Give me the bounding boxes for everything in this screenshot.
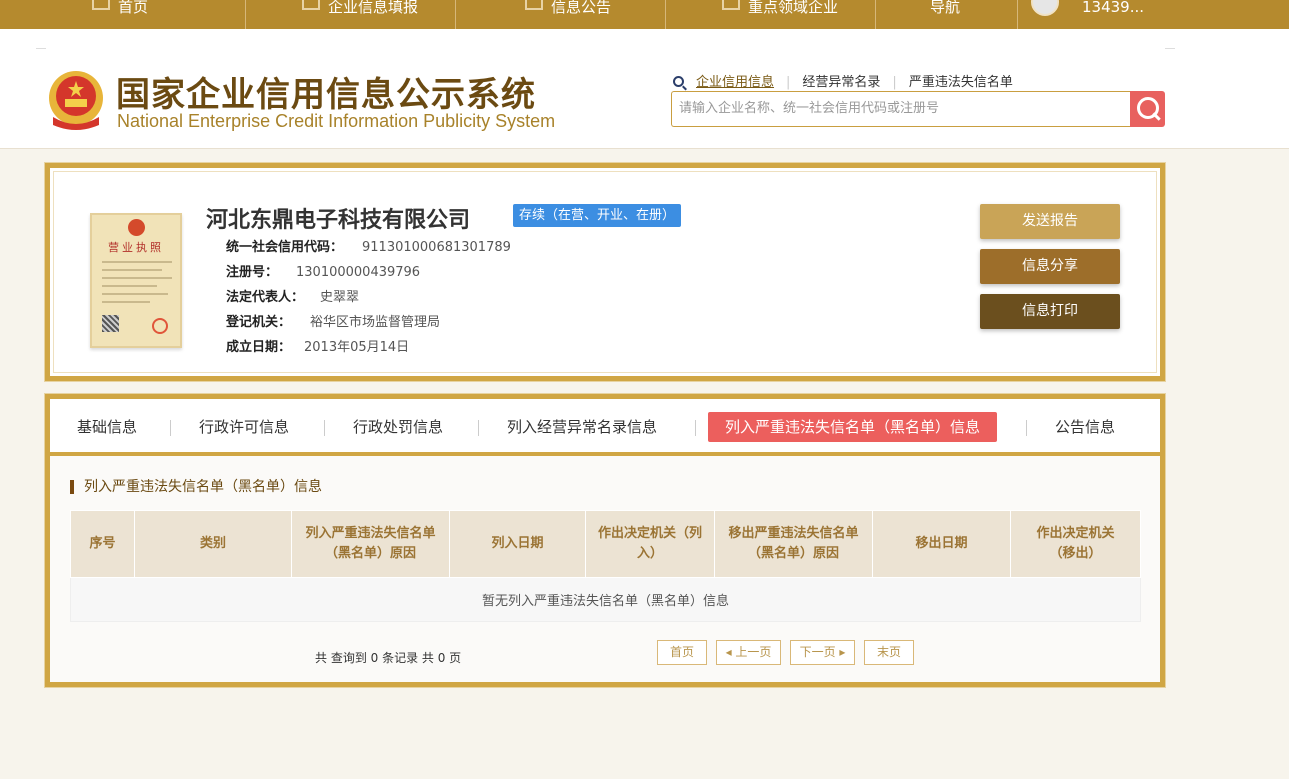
pager-summary: 共 查询到 0 条记录 共 0 页	[315, 651, 462, 665]
nav-divider	[665, 0, 666, 29]
last-page-button[interactable]: 末页	[864, 640, 914, 665]
avatar[interactable]	[1031, 0, 1059, 16]
nav-home[interactable]: 首页	[92, 0, 148, 29]
nav-announcements[interactable]: 信息公告	[525, 0, 611, 29]
site-subtitle: National Enterprise Credit Information P…	[117, 111, 556, 131]
pen-icon	[302, 0, 320, 10]
info-panel: 基础信息 行政许可信息 行政处罚信息 列入经营异常名录信息 列入严重违法失信名单…	[45, 394, 1165, 687]
search-category-links: 企业信用信息 | 经营异常名录 | 严重违法失信名单	[673, 71, 1013, 90]
nav-divider	[875, 0, 876, 29]
nav-key-enterprises[interactable]: 重点领域企业	[722, 0, 838, 29]
print-info-button[interactable]: 信息打印	[980, 294, 1120, 329]
column-header: 移出严重违法失信名单（黑名单）原因	[714, 510, 873, 578]
send-report-button[interactable]: 发送报告	[980, 204, 1120, 239]
license-title: 营业执照	[108, 241, 164, 254]
info-founding-date: 成立日期： 2013年05月14日	[226, 340, 410, 355]
document-icon	[525, 0, 543, 10]
national-emblem-icon	[49, 71, 103, 130]
blacklist-section: 列入严重违法失信名单（黑名单）信息 序号 类别 列入严重违法失信名单（黑名单）原…	[50, 456, 1160, 682]
column-header: 类别	[134, 510, 292, 578]
seal-icon	[152, 318, 168, 334]
prev-page-button[interactable]: ◂ 上一页	[716, 640, 781, 665]
company-card: 营业执照 河北东鼎电子科技有限公司 存续（在营、开业、在册） 统一社会信用代码：…	[45, 163, 1165, 381]
search-icon	[673, 76, 684, 87]
site-header: 国家企业信用信息公示系统 National Enterprise Credit …	[0, 29, 1289, 149]
tab-abnormal-list[interactable]: 列入经营异常名录信息	[507, 412, 657, 442]
header-tick	[1165, 48, 1175, 49]
info-reg-authority: 登记机关： 裕华区市场监督管理局	[226, 315, 441, 330]
nav-enterprise-report[interactable]: 企业信息填报	[302, 0, 418, 29]
empty-message: 暂无列入严重违法失信名单（黑名单）信息	[70, 577, 1141, 622]
column-header: 移出日期	[872, 510, 1011, 578]
header-tick	[36, 48, 46, 49]
column-header: 列入严重违法失信名单（黑名单）原因	[291, 510, 450, 578]
status-badge: 存续（在营、开业、在册）	[513, 204, 682, 227]
nav-navigation[interactable]: 导航	[930, 0, 960, 29]
top-nav: 首页 企业信息填报 信息公告 重点领域企业 导航 13439...	[0, 0, 1289, 29]
info-reg-number: 注册号： 130100000439796	[226, 265, 421, 280]
tab-admin-license[interactable]: 行政许可信息	[199, 412, 289, 442]
info-legal-rep: 法定代表人： 史翠翠	[226, 290, 360, 305]
search-input[interactable]: 请输入企业名称、统一社会信用代码或注册号	[671, 91, 1131, 127]
monitor-icon	[92, 0, 110, 10]
chevron-right-icon: ▸	[835, 645, 846, 659]
tab-admin-penalty[interactable]: 行政处罚信息	[353, 412, 443, 442]
table-row: 暂无列入严重违法失信名单（黑名单）信息	[70, 577, 1141, 622]
blacklist-table: 序号 类别 列入严重违法失信名单（黑名单）原因 列入日期 作出决定机关（列入） …	[70, 510, 1141, 622]
link-credit-info[interactable]: 企业信用信息	[696, 75, 774, 90]
tab-bar: 基础信息 行政许可信息 行政处罚信息 列入经营异常名录信息 列入严重违法失信名单…	[50, 399, 1160, 456]
section-title: 列入严重违法失信名单（黑名单）信息	[70, 480, 322, 494]
column-header: 作出决定机关（移出）	[1010, 510, 1141, 578]
user-name[interactable]: 13439...	[1082, 0, 1144, 29]
link-blacklist[interactable]: 严重违法失信名单	[909, 75, 1013, 90]
company-name: 河北东鼎电子科技有限公司	[206, 208, 471, 233]
nav-divider	[455, 0, 456, 29]
chevron-left-icon: ◂	[725, 645, 736, 659]
link-abnormal-list[interactable]: 经营异常名录	[802, 75, 880, 90]
share-info-button[interactable]: 信息分享	[980, 249, 1120, 284]
site-title: 国家企业信用信息公示系统	[116, 75, 536, 115]
column-header: 作出决定机关（列入）	[585, 510, 715, 578]
business-license-image[interactable]: 营业执照	[90, 213, 182, 348]
column-header: 列入日期	[449, 510, 586, 578]
table-header-row: 序号 类别 列入严重违法失信名单（黑名单）原因 列入日期 作出决定机关（列入） …	[70, 510, 1141, 578]
next-page-button[interactable]: 下一页 ▸	[790, 640, 855, 665]
emblem-icon	[128, 219, 145, 236]
column-header: 序号	[70, 510, 135, 578]
info-credit-code: 统一社会信用代码： 911301000681301789	[226, 240, 511, 255]
tab-blacklist[interactable]: 列入严重违法失信名单（黑名单）信息	[708, 412, 998, 442]
nav-divider	[245, 0, 246, 29]
tab-announcements[interactable]: 公告信息	[1055, 412, 1115, 442]
nav-divider	[1017, 0, 1018, 29]
first-page-button[interactable]: 首页	[657, 640, 707, 665]
qr-code-icon	[102, 315, 119, 332]
search-button[interactable]	[1130, 91, 1165, 127]
speaker-icon	[722, 0, 740, 10]
tab-basic-info[interactable]: 基础信息	[77, 412, 137, 442]
